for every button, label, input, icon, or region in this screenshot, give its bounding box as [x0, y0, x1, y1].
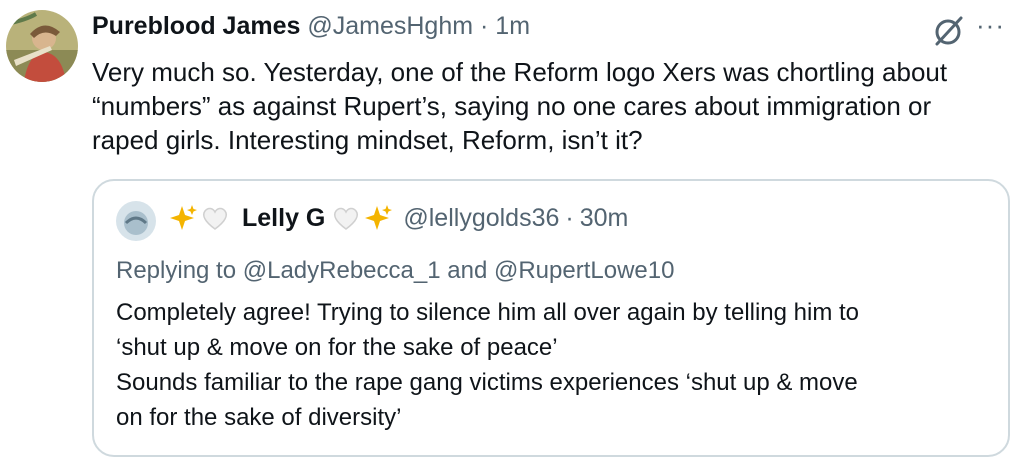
- white-heart-emoji: [334, 207, 359, 230]
- avatar-image: [6, 10, 78, 82]
- grok-slash-circle-icon[interactable]: [932, 14, 966, 48]
- quoted-avatar[interactable]: [116, 201, 156, 241]
- more-dots-icon[interactable]: ···: [976, 10, 1005, 41]
- tweet-text-line: “numbers” as against Rupert’s, saying no…: [92, 91, 932, 121]
- quoted-author-name[interactable]: Lelly G: [242, 204, 325, 233]
- author-handle[interactable]: @JamesHghm: [307, 12, 473, 40]
- quoted-text-line: on for the sake of diversity’: [116, 404, 402, 431]
- header-separator: ·: [480, 12, 489, 40]
- replying-to-user-link[interactable]: @LadyRebecca_1: [243, 257, 441, 284]
- quoted-text-line: Sounds familiar to the rape gang victims…: [116, 369, 858, 396]
- quoted-author-handle[interactable]: @lellygolds36: [403, 204, 559, 233]
- avatar[interactable]: [6, 10, 78, 82]
- quoted-avatar-image: [116, 201, 156, 241]
- quoted-text-line: Completely agree! Trying to silence him …: [116, 299, 860, 326]
- quoted-tweet-card[interactable]: Lelly G @lellygolds36 · 30m Replying to …: [92, 179, 1010, 457]
- quoted-header-separator: ·: [565, 203, 574, 232]
- tweet-text: Very much so. Yesterday, one of the Refo…: [92, 55, 1012, 157]
- author-name[interactable]: Pureblood James: [92, 12, 300, 40]
- sparkles-emoji: [170, 205, 197, 230]
- tweet-text-line: raped girls. Interesting mindset, Reform…: [92, 125, 643, 155]
- sparkles-emoji: [365, 205, 393, 230]
- quoted-tweet-text: Completely agree! Trying to silence him …: [116, 295, 996, 435]
- tweet-text-line: Very much so. Yesterday, one of the Refo…: [92, 57, 948, 87]
- tweet-header: Pureblood James @JamesHghm · 1m: [92, 12, 530, 41]
- replying-to-prefix: Replying to: [116, 257, 237, 284]
- quoted-text-line: ‘shut up & move on for the sake of peace…: [116, 334, 558, 361]
- replying-to: Replying to @LadyRebecca_1 and @RupertLo…: [116, 257, 674, 285]
- quoted-header: Lelly G @lellygolds36 · 30m: [168, 203, 628, 233]
- replying-to-user-link[interactable]: @RupertLowe10: [494, 257, 674, 284]
- quoted-timestamp[interactable]: 30m: [580, 204, 629, 233]
- white-heart-emoji: [203, 207, 227, 230]
- replying-to-and: and: [447, 257, 488, 284]
- tweet-timestamp[interactable]: 1m: [495, 12, 530, 40]
